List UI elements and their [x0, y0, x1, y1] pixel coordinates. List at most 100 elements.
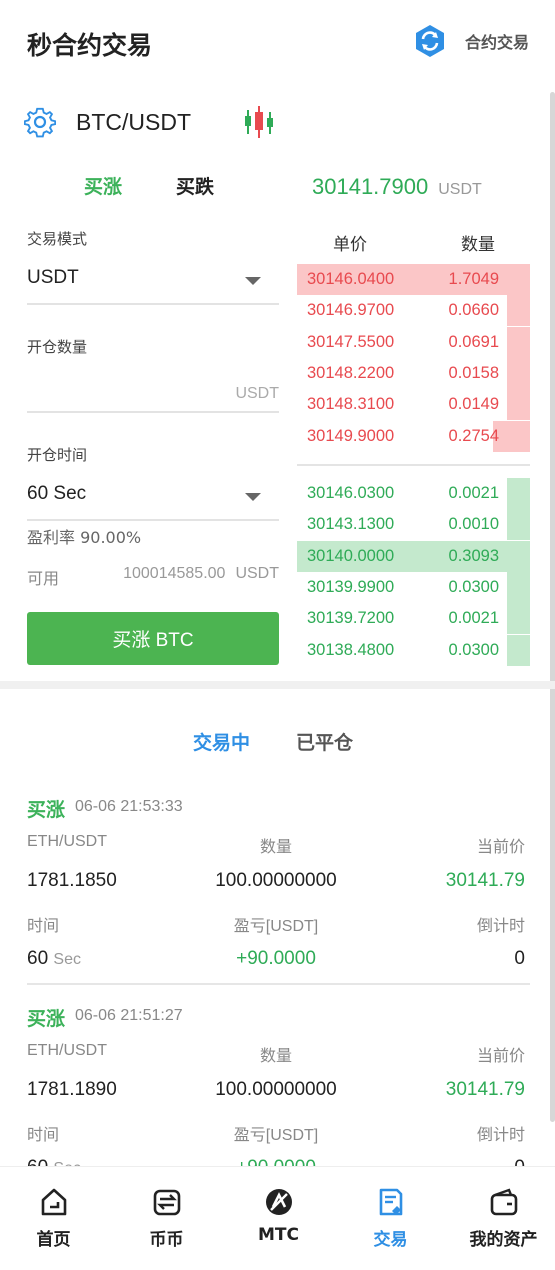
bid-qty: 0.3093 [448, 546, 499, 565]
order-time: 06-06 21:51:27 [75, 1007, 183, 1024]
chevron-down-icon [245, 277, 261, 285]
tab-assets[interactable]: 我的资产 [448, 1187, 555, 1250]
bid-row[interactable]: 30139.7200 0.0021 [297, 603, 530, 635]
order-current-price: 30141.79 [445, 1079, 525, 1100]
bid-depth-bar [507, 509, 530, 541]
ask-price: 30149.9000 [307, 426, 395, 445]
ask-price: 30146.0400 [307, 270, 395, 288]
mtc-icon [265, 1189, 292, 1215]
tab-closed[interactable]: 已平仓 [296, 728, 353, 755]
ask-row[interactable]: 30146.9700 0.0660 [297, 295, 530, 327]
available-value: 100014585.00 [123, 565, 226, 582]
tab-buy-down[interactable]: 买跌 [176, 172, 214, 199]
order-countdown-label: 倒计时 [476, 918, 525, 935]
bottom-tabbar: 首页 币币 MTC 交易 我的资产 [0, 1166, 555, 1270]
bid-qty: 0.0300 [448, 640, 499, 659]
ask-qty: 0.0691 [448, 332, 499, 351]
ask-row[interactable]: 30147.5500 0.0691 [297, 326, 530, 358]
tab-spot[interactable]: 币币 [111, 1187, 222, 1250]
gear-icon[interactable] [24, 106, 56, 138]
swap-hex-icon [415, 25, 444, 57]
ask-price: 30146.9700 [307, 301, 395, 320]
order-pnl-label: 盈亏[USDT] [233, 1127, 319, 1144]
ask-row[interactable]: 30148.3100 0.0149 [297, 389, 530, 421]
tab-trade-label: 交易 [373, 1230, 408, 1250]
page-title: 秒合约交易 [27, 31, 153, 60]
bid-qty: 0.0300 [448, 577, 499, 596]
bid-row[interactable]: 30143.1300 0.0010 [297, 509, 530, 541]
orderbook-price-header: 单价 [333, 235, 367, 255]
bid-qty: 0.0021 [448, 484, 499, 502]
bid-row[interactable]: 30139.9900 0.0300 [297, 571, 530, 603]
header: 秒合约交易 合约交易 [0, 0, 555, 84]
pair-selector[interactable]: BTC/USDT [24, 104, 277, 140]
bid-qty: 0.0021 [448, 609, 499, 628]
bid-depth-bar [507, 478, 530, 509]
tab-spot-label: 币币 [149, 1230, 184, 1250]
section-divider [0, 681, 555, 689]
ask-qty: 1.7049 [448, 270, 499, 288]
last-price-unit: USDT [438, 181, 482, 198]
orderbook-qty-header: 数量 [461, 235, 495, 255]
ask-depth-bar [507, 295, 530, 327]
available-balance: 可用 100014585.00 USDT [27, 565, 279, 589]
order-time: 06-06 21:53:33 [75, 798, 183, 815]
tab-assets-label: 我的资产 [469, 1230, 538, 1250]
ask-row[interactable]: 30146.0400 1.7049 [297, 264, 530, 295]
contract-trade-link[interactable]: 合约交易 [413, 24, 529, 58]
order-divider [27, 983, 530, 985]
bid-price: 30140.0000 [307, 546, 395, 565]
ask-depth-bar [507, 357, 530, 389]
time-select[interactable]: 60 Sec [27, 469, 279, 521]
profit-rate: 盈利率 90.00% [27, 528, 142, 547]
ask-qty: 0.0660 [448, 301, 499, 320]
ask-row[interactable]: 30148.2200 0.0158 [297, 357, 530, 389]
scrollbar[interactable] [550, 92, 555, 1122]
order-pnl: +90.0000 [236, 948, 316, 969]
ask-qty: 0.0149 [448, 395, 499, 414]
order-card[interactable]: 买涨 06-06 21:53:33 ETH/USDT 数量 当前价 1781.1850 10… [27, 795, 525, 975]
ask-qty: 0.0158 [448, 363, 499, 382]
tab-trade[interactable]: 交易 [335, 1187, 446, 1250]
bid-price: 30143.1300 [307, 515, 395, 534]
bid-row[interactable]: 30140.0000 0.3093 [297, 540, 530, 572]
buy-up-button[interactable]: 买涨 BTC [27, 612, 279, 665]
trade-icon [379, 1188, 402, 1216]
order-card[interactable]: 买涨 06-06 21:51:27 ETH/USDT 数量 当前价 1781.1890 10… [27, 1004, 525, 1184]
bid-row[interactable]: 30138.4800 0.0300 [297, 634, 530, 666]
bid-price: 30138.4800 [307, 640, 395, 659]
available-label: 可用 [27, 569, 60, 588]
tab-home[interactable]: 首页 [0, 1187, 109, 1250]
mode-select-value: USDT [27, 267, 79, 288]
amount-unit: USDT [235, 385, 279, 402]
wallet-icon [490, 1188, 517, 1216]
ask-qty: 0.2754 [448, 426, 499, 445]
tab-buy-up[interactable]: 买涨 [84, 172, 122, 199]
direction-tabs: 买涨 买跌 [84, 172, 214, 199]
tab-in-progress[interactable]: 交易中 [193, 728, 250, 755]
time-select-value: 60 Sec [27, 483, 87, 504]
amount-input[interactable]: USDT [27, 361, 279, 413]
candlestick-chart-icon[interactable] [241, 104, 277, 140]
tab-mtc[interactable]: MTC [223, 1187, 334, 1245]
ask-price: 30148.2200 [307, 363, 395, 382]
orderbook-divider [297, 464, 530, 466]
ask-depth-bar [507, 326, 530, 358]
order-current-label: 当前价 [476, 1048, 525, 1065]
amount-label: 开仓数量 [27, 338, 88, 356]
last-price: 30141.7900 USDT [312, 174, 482, 200]
bid-price: 30139.7200 [307, 609, 395, 628]
contract-trade-label: 合约交易 [464, 33, 529, 52]
bid-row[interactable]: 30146.0300 0.0021 [297, 478, 530, 509]
bid-qty: 0.0010 [448, 515, 499, 534]
ask-row[interactable]: 30149.9000 0.2754 [297, 420, 530, 452]
order-current-label: 当前价 [476, 839, 525, 856]
exchange-icon [153, 1189, 180, 1216]
bid-price: 30146.0300 [307, 484, 395, 502]
last-price-value: 30141.7900 [312, 174, 429, 199]
ask-depth-bar [507, 389, 530, 421]
mode-select[interactable]: USDT [27, 253, 279, 305]
order-direction: 买涨 [27, 799, 66, 821]
chevron-down-icon [245, 493, 261, 501]
bid-depth-bar [507, 603, 530, 635]
